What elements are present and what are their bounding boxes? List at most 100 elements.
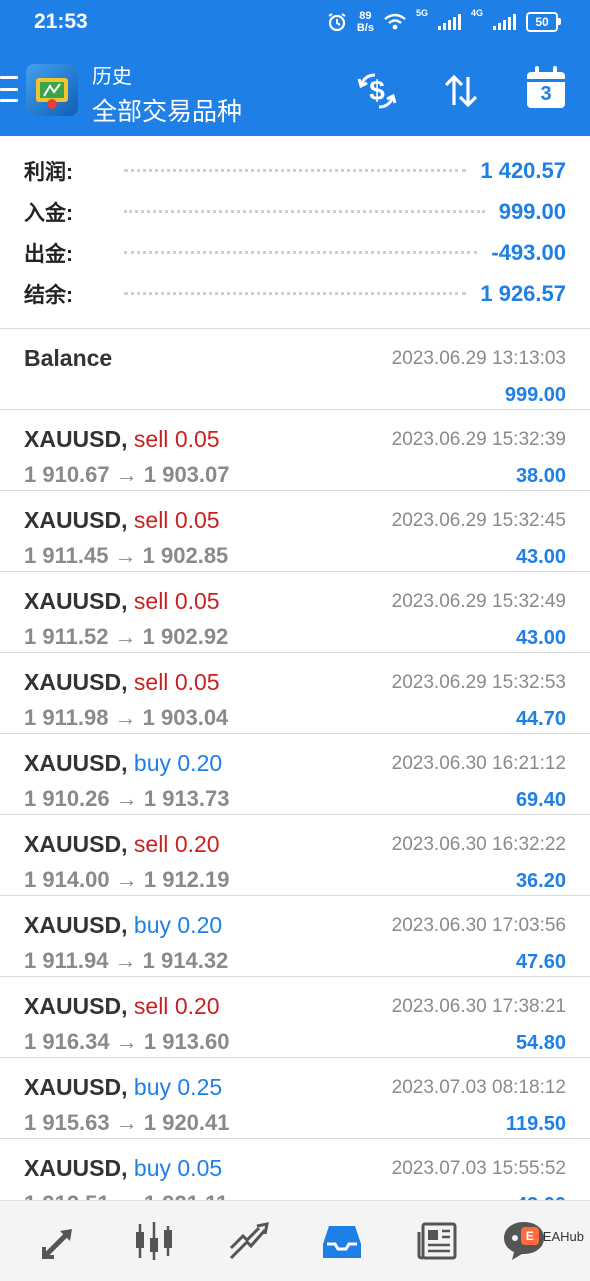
dotted-leader [124,169,467,172]
summary-row-deposit: 入金: 999.00 [24,191,566,232]
summary-value: -493.00 [491,239,566,265]
summary-value: 999.00 [498,198,566,224]
trade-profit: 119.50 [505,1113,566,1135]
trade-volume: 0.05 [174,426,220,452]
trade-prices: 1 911.94 → 1 914.32 [24,948,229,973]
trade-profit: 44.70 [515,708,566,730]
trade-row[interactable]: XAUUSD, buy 0.20 1 911.94 → 1 914.32 2023.… [0,896,590,977]
signal-bars-icon-2 [493,14,516,30]
summary-panel: 利润: 1 420.57 入金: 999.00 出金: -493.00 结余: … [0,136,590,329]
alarm-icon [328,13,346,32]
calendar-icon[interactable]: 3 [527,66,565,108]
trade-symbol: XAUUSD, [24,912,128,938]
battery-level: 50 [535,15,549,29]
eahub-text: EAHub [542,1228,584,1244]
trade-volume: 0.05 [174,507,220,533]
trade-profit: 54.80 [515,1032,566,1054]
trade-prices: 1 911.52 → 1 902.92 [24,624,229,649]
svg-text:$: $ [369,75,385,106]
status-time: 21:53 [34,10,88,33]
trade-datetime: 2023.06.30 17:38:21 [391,996,566,1017]
trade-profit: 38.00 [515,465,566,487]
balance-row[interactable]: Balance 2023.06.29 13:13:03 999.00 [0,329,590,410]
trade-volume: 0.20 [177,912,223,938]
chart-candles-icon[interactable] [128,1215,180,1267]
trade-side: sell [133,993,169,1019]
trade-symbol: XAUUSD, [24,507,128,533]
deposit-withdraw-icon[interactable]: $ [354,68,400,114]
page-title: 历史 [92,66,132,88]
wifi-icon [384,13,406,30]
status-icons: 89 B/s 5G 4G 50 [327,8,561,36]
trade-datetime: 2023.06.29 15:32:53 [391,672,566,693]
summary-value: 1 420.57 [480,157,566,183]
balance-label: Balance [24,345,113,371]
trade-profit: 36.20 [515,870,566,892]
trade-profit: 43.00 [515,546,566,568]
trade-volume: 0.05 [177,1155,223,1181]
trade-volume: 0.05 [174,588,220,614]
trade-icon[interactable] [222,1215,274,1267]
dotted-leader [124,292,467,295]
battery-icon: 50 [526,12,561,32]
summary-label: 入金: [24,201,73,225]
trade-prices: 1 914.00 → 1 912.19 [24,867,230,892]
trade-row[interactable]: XAUUSD, sell 0.05 1 911.45 → 1 902.85 2023… [0,491,590,572]
trade-symbol: XAUUSD, [24,993,128,1019]
trade-side: sell [133,588,169,614]
history-tray-icon[interactable] [316,1215,368,1267]
trade-symbol: XAUUSD, [24,669,128,695]
symbol-filter[interactable]: 全部交易品种 [92,92,242,128]
net-speed: 89 B/s [357,10,374,34]
trade-side: sell [133,426,169,452]
trade-prices: 1 911.98 → 1 903.04 [24,705,229,730]
trade-prices: 1 910.26 → 1 913.73 [24,786,230,811]
news-icon[interactable] [412,1215,464,1267]
calendar-day: 3 [540,83,552,105]
trade-datetime: 2023.07.03 15:55:52 [391,1158,566,1179]
trade-row[interactable]: XAUUSD, buy 0.20 1 910.26 → 1 913.73 2023.… [0,734,590,815]
trade-symbol: XAUUSD, [24,1155,128,1181]
trade-symbol: XAUUSD, [24,588,128,614]
trade-row[interactable]: XAUUSD, sell 0.20 1 914.00 → 1 912.19 2023… [0,815,590,896]
trade-row[interactable]: XAUUSD, buy 0.25 1 915.63 → 1 920.41 2023.… [0,1058,590,1139]
summary-label: 出金: [24,242,73,266]
trade-title: XAUUSD, sell 0.05 [24,588,220,615]
trade-row[interactable]: XAUUSD, sell 0.05 1 911.98 → 1 903.04 2023… [0,653,590,734]
trade-symbol: XAUUSD, [24,750,128,776]
trade-row[interactable]: XAUUSD, sell 0.20 1 916.34 → 1 913.60 2023… [0,977,590,1058]
trade-title: XAUUSD, buy 0.05 [24,1155,222,1182]
trade-side: buy [133,912,171,938]
net-speed-unit: B/s [356,22,374,34]
trade-row[interactable]: XAUUSD, sell 0.05 1 910.67 → 1 903.07 2023… [0,410,590,491]
trade-symbol: XAUUSD, [24,426,128,452]
summary-row-profit: 利润: 1 420.57 [24,150,566,191]
trade-side: buy [133,750,171,776]
trade-side: sell [133,507,169,533]
trade-prices: 1 911.45 → 1 902.85 [24,543,229,568]
trade-profit: 69.40 [515,789,566,811]
trade-side: buy [133,1074,171,1100]
row-amount: 999.00 [504,384,566,406]
sort-icon[interactable] [438,68,484,114]
summary-label: 结余: [24,283,73,307]
trade-datetime: 2023.06.29 15:32:45 [391,510,566,531]
eahub-logo-icon: E [520,1227,539,1245]
trade-volume: 0.20 [174,993,220,1019]
trade-title: XAUUSD, sell 0.05 [24,426,220,453]
quotes-arrows-icon[interactable] [34,1215,86,1267]
trade-symbol: XAUUSD, [24,1074,128,1100]
trade-row[interactable]: XAUUSD, sell 0.05 1 911.52 → 1 902.92 2023… [0,572,590,653]
trade-datetime: 2023.06.29 15:32:39 [391,429,566,450]
trade-datetime: 2023.06.29 15:32:49 [391,591,566,612]
trade-title: XAUUSD, sell 0.05 [24,669,220,696]
trade-prices: 1 915.63 → 1 920.41 [24,1110,230,1135]
menu-icon[interactable] [0,76,18,102]
signal-bars-icon [437,14,461,30]
trade-title: XAUUSD, sell 0.20 [24,831,220,858]
trade-profit: 43.00 [515,627,566,649]
trade-title: XAUUSD, sell 0.05 [24,507,220,534]
trade-datetime: 2023.06.30 17:03:56 [391,915,566,936]
trade-datetime: 2023.06.30 16:21:12 [391,753,566,774]
trade-symbol: XAUUSD, [24,831,128,857]
